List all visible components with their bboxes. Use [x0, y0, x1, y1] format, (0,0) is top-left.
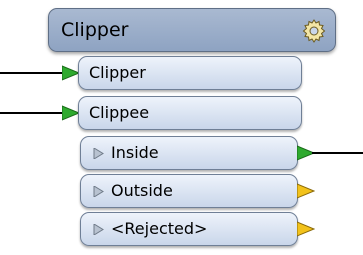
triangle-right-icon[interactable] — [93, 186, 104, 197]
gear-icon[interactable] — [301, 18, 327, 44]
output-port-label: Inside — [111, 143, 159, 162]
output-connection-line[interactable] — [312, 152, 363, 154]
input-connection-line[interactable] — [0, 112, 66, 114]
input-port-clippee[interactable]: Clippee — [78, 96, 302, 130]
triangle-right-icon[interactable] — [93, 148, 104, 159]
output-port-arrow-icon[interactable] — [297, 221, 315, 237]
triangle-right-icon[interactable] — [93, 224, 104, 235]
output-port-inside[interactable]: Inside — [80, 136, 298, 170]
output-port-arrow-icon[interactable] — [297, 183, 315, 199]
transformer-header[interactable]: Clipper — [48, 8, 336, 52]
output-port-label: Outside — [111, 181, 173, 200]
input-connection-line[interactable] — [0, 72, 66, 74]
output-port-label: <Rejected> — [111, 219, 208, 238]
transformer-title: Clipper — [61, 19, 129, 41]
output-port-outside[interactable]: Outside — [80, 174, 298, 208]
input-port-label: Clippee — [89, 103, 150, 122]
output-port-rejected[interactable]: <Rejected> — [80, 212, 298, 246]
input-port-clipper[interactable]: Clipper — [78, 56, 302, 90]
input-port-label: Clipper — [89, 63, 146, 82]
